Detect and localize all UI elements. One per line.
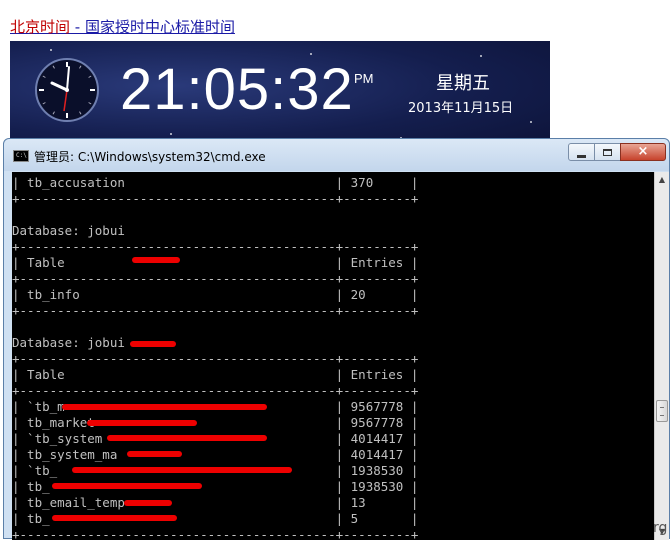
close-button[interactable]: × (620, 143, 666, 161)
console-line: +---------------------------------------… (12, 271, 419, 286)
corner-text: rg (653, 520, 668, 536)
console-line: | tb_email_temp | 13 | (12, 495, 419, 510)
close-icon: × (637, 144, 649, 159)
console-line: | tb_system_ma | 4014417 | (12, 447, 419, 462)
redaction-mark (72, 467, 292, 473)
scroll-up-icon[interactable]: ▲ (655, 172, 669, 188)
console-line: +---------------------------------------… (12, 303, 419, 318)
link-rest[interactable]: - 国家授时中心标准时间 (70, 18, 235, 36)
redaction-mark (132, 257, 180, 263)
vertical-scrollbar[interactable]: ▲ ▼ (654, 172, 669, 540)
link-primary[interactable]: 北京时间 (10, 18, 70, 36)
digital-time: 21:05:32 (120, 57, 354, 122)
redaction-mark (107, 435, 267, 441)
console-line: +---------------------------------------… (12, 191, 419, 206)
window-title: 管理员: C:\Windows\system32\cmd.exe (34, 150, 266, 164)
redaction-mark (62, 404, 267, 410)
redaction-mark (127, 451, 182, 457)
console-line: | tb_market | 9567778 | (12, 415, 419, 430)
cmd-window: C:\ 管理员: C:\Windows\system32\cmd.exe × |… (3, 138, 670, 540)
console-line: +---------------------------------------… (12, 351, 419, 366)
console-line: Database: jobui (12, 223, 125, 238)
window-titlebar[interactable]: C:\ 管理员: C:\Windows\system32\cmd.exe × (4, 139, 669, 171)
console-line: | Table | Entries | (12, 255, 419, 270)
console-line: | Table | Entries | (12, 367, 419, 382)
redaction-mark (87, 420, 197, 426)
clock-banner: 21:05:32 PM 星期五 2013年11月15日 (10, 41, 550, 153)
console-line: Database: jobui (12, 335, 125, 350)
redaction-mark (124, 500, 172, 506)
analog-clock-icon (35, 58, 99, 122)
date-label: 2013年11月15日 (408, 101, 514, 116)
redaction-mark (52, 483, 202, 489)
maximize-icon (603, 148, 612, 156)
console-line: | tb_info | 20 | (12, 287, 419, 302)
console-line: +---------------------------------------… (12, 527, 419, 540)
scroll-thumb[interactable] (656, 400, 668, 422)
minimize-button[interactable] (568, 143, 595, 161)
redaction-mark (52, 515, 177, 521)
console-output[interactable]: | tb_accusation | 370 | +----------------… (12, 172, 654, 540)
maximize-button[interactable] (594, 143, 621, 161)
redaction-mark (130, 341, 176, 347)
cmd-app-icon[interactable]: C:\ (13, 150, 29, 162)
weekday-label: 星期五 (436, 73, 490, 94)
ampm-indicator: PM (354, 71, 374, 86)
page-title-link[interactable]: 北京时间 - 国家授时中心标准时间 (10, 16, 235, 37)
console-line: +---------------------------------------… (12, 239, 419, 254)
minimize-icon (577, 154, 586, 158)
console-line: +---------------------------------------… (12, 383, 419, 398)
console-line: | tb_accusation | 370 | (12, 175, 419, 190)
